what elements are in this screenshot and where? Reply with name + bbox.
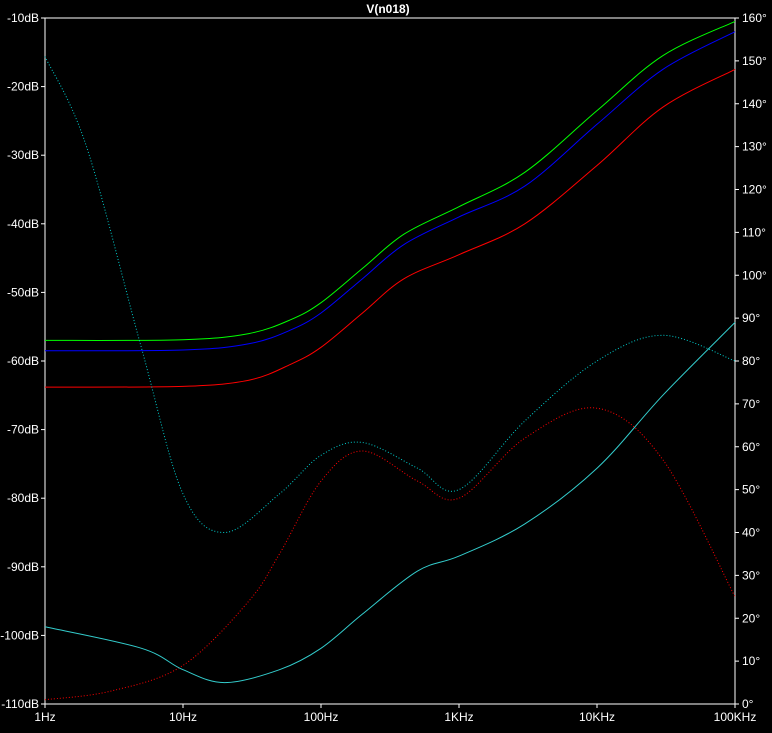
series-line-6-phase xyxy=(44,322,736,684)
y-right-tick-label: 20° xyxy=(742,611,760,625)
series-line-4-phase xyxy=(44,56,736,534)
y-right-tick-label: 160° xyxy=(742,11,767,25)
y-right-tick-label: 120° xyxy=(742,183,767,197)
plot-axes: 1Hz 10Hz 100Hz 1KHz 10KHz 100KHz -10dB -20dB -30… xyxy=(0,11,767,724)
y-left-tick-label: -90dB xyxy=(7,560,39,574)
x-tick-label: 1Hz xyxy=(34,710,55,724)
y-right-tick-label: 30° xyxy=(742,568,760,582)
y-left-tick-label: -80dB xyxy=(7,491,39,505)
series-line-3-magnitude xyxy=(44,68,736,388)
y-left-tick-label: -100dB xyxy=(0,628,39,642)
series-line-5-phase xyxy=(44,407,736,701)
y-right-tick-label: 40° xyxy=(742,526,760,540)
bode-plot[interactable]: V(n018) 1Hz 10Hz 100Hz 1KHz 10KHz 100KHz -10dB… xyxy=(0,0,772,733)
plot-frame xyxy=(44,17,736,705)
plot-traces xyxy=(44,20,736,701)
x-tick-label: 100KHz xyxy=(714,710,757,724)
y-right-tick-label: 100° xyxy=(742,268,767,282)
y-right-tick-label: 60° xyxy=(742,440,760,454)
y-right-tick-label: 150° xyxy=(742,54,767,68)
y-right-tick-label: 70° xyxy=(742,397,760,411)
y-left-tick-label: -110dB xyxy=(1,697,39,711)
y-left-tick-label: -10dB xyxy=(7,11,39,25)
x-tick-label: 10KHz xyxy=(579,710,615,724)
y-right-tick-label: 0° xyxy=(742,697,754,711)
x-tick-label: 1KHz xyxy=(444,710,473,724)
chart-title: V(n018) xyxy=(366,2,409,16)
x-tick-label: 100Hz xyxy=(304,710,339,724)
y-right-tick-label: 110° xyxy=(742,225,766,239)
series-line-1-magnitude xyxy=(44,20,736,341)
y-right-tick-label: 90° xyxy=(742,311,760,325)
y-left-tick-label: -30dB xyxy=(7,148,39,162)
y-left-tick-label: -70dB xyxy=(7,423,39,437)
y-right-tick-label: 50° xyxy=(742,483,760,497)
y-left-tick-label: -50dB xyxy=(7,285,39,299)
y-left-tick-label: -40dB xyxy=(7,217,39,231)
y-left-tick-label: -60dB xyxy=(7,354,39,368)
y-right-tick-label: 80° xyxy=(742,354,760,368)
y-right-tick-label: 130° xyxy=(742,140,767,154)
x-tick-label: 10Hz xyxy=(169,710,197,724)
y-right-tick-label: 10° xyxy=(742,654,760,668)
y-right-tick-label: 140° xyxy=(742,97,767,111)
y-left-tick-label: -20dB xyxy=(7,80,39,94)
